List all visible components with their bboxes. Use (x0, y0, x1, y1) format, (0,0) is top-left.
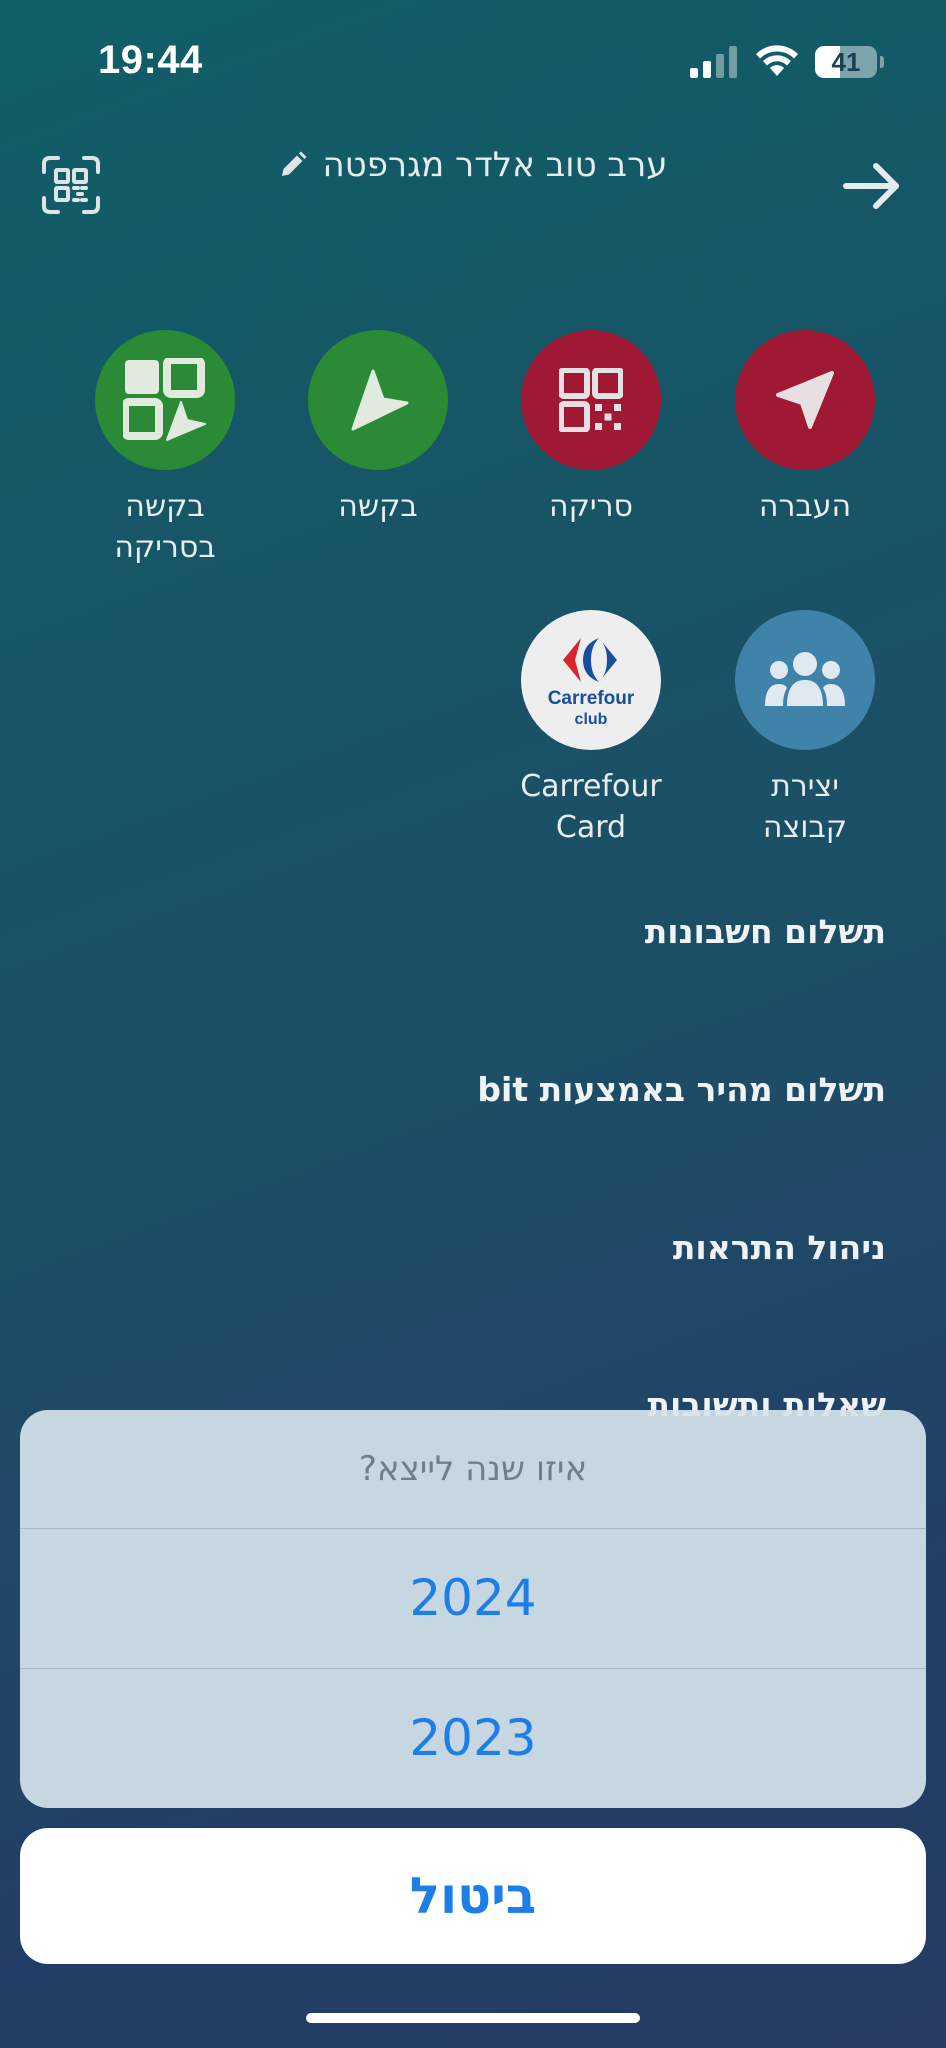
request-arrow-icon (351, 369, 409, 431)
carrefour-logo-subtext: club (575, 711, 608, 728)
carrefour-logo[interactable]: Carrefour club (521, 610, 661, 750)
action-request[interactable]: בקשה (288, 330, 468, 527)
wifi-icon (756, 45, 798, 76)
create-group-circle[interactable] (735, 610, 875, 750)
cellular-signal-icon (690, 46, 737, 78)
option-2023-button[interactable]: 2023 (20, 1668, 926, 1808)
scan-label: סריקה (549, 489, 633, 524)
status-time: 19:44 (98, 38, 203, 82)
menu-item-bill-payment[interactable]: תשלום חשבונות (66, 912, 886, 951)
action-carrefour-card[interactable]: Carrefour club Carrefour Card (501, 610, 681, 848)
option-2024-button[interactable]: 2024 (20, 1529, 926, 1668)
cancel-button[interactable]: ביטול (20, 1828, 926, 1964)
request-scan-circle[interactable] (95, 330, 235, 470)
transfer-circle[interactable] (735, 330, 875, 470)
home-indicator[interactable] (306, 2013, 640, 2023)
scan-circle[interactable] (521, 330, 661, 470)
action-sheet-title: איזו שנה לייצא? (20, 1410, 926, 1529)
request-circle[interactable] (308, 330, 448, 470)
qr-scan-icon (559, 368, 623, 432)
carrefour-logo-icon: Carrefour club (548, 638, 635, 728)
group-icon (765, 652, 845, 706)
pencil-icon[interactable] (278, 150, 308, 180)
request-scan-label: בקשה בסריקה (114, 489, 216, 565)
request-scan-icon (123, 358, 206, 441)
battery-icon: 41 (815, 46, 877, 78)
create-group-label: יצירת קבוצה (762, 769, 848, 845)
transfer-label: העברה (758, 489, 852, 524)
action-request-scan[interactable]: בקשה בסריקה (75, 330, 255, 568)
request-label: בקשה (338, 489, 418, 524)
menu-item-bit-payment[interactable]: תשלום מהיר באמצעות bit (66, 1070, 886, 1109)
battery-percentage: 41 (831, 47, 861, 77)
action-create-group[interactable]: יצירת קבוצה (715, 610, 895, 848)
action-transfer[interactable]: העברה (715, 330, 895, 527)
battery-tip (880, 56, 884, 68)
greeting-row[interactable]: ערב טוב אלדר מגרפטה (180, 140, 766, 190)
paper-plane-icon (776, 371, 834, 429)
menu-item-notifications[interactable]: ניהול התראות (66, 1228, 886, 1267)
qr-code-icon[interactable] (42, 156, 100, 214)
arrow-right-icon[interactable] (842, 160, 902, 212)
carrefour-card-label: Carrefour Card (520, 769, 662, 845)
greeting-text: ערב טוב אלדר מגרפטה (322, 145, 668, 185)
action-sheet: איזו שנה לייצא? 2024 2023 (20, 1410, 926, 1808)
action-scan[interactable]: סריקה (501, 330, 681, 527)
carrefour-logo-text: Carrefour (548, 688, 635, 709)
